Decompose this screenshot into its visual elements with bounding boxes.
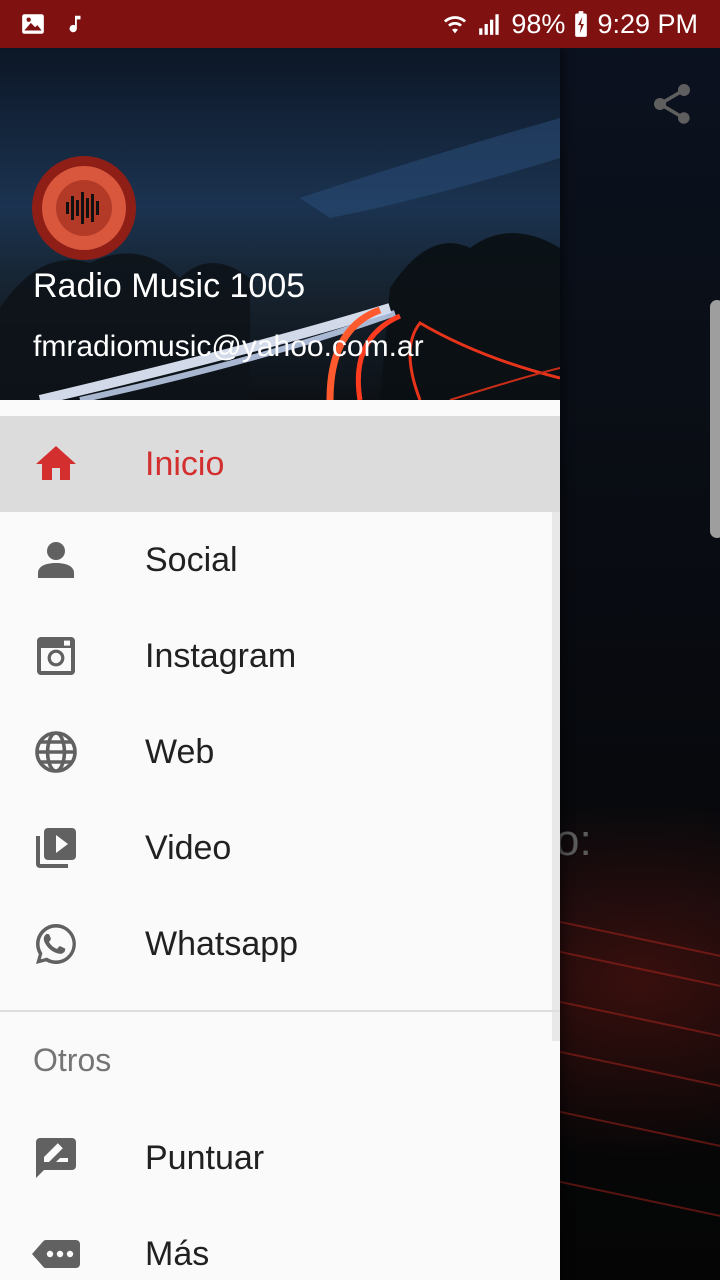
menu-item-label: Puntuar	[145, 1139, 265, 1177]
person-icon	[38, 542, 74, 578]
header-email: fmradiomusic@yahoo.com.ar	[33, 330, 424, 363]
rate-review-icon	[36, 1138, 76, 1178]
drawer-menu: Inicio Social Instagram Web Video Whatsa…	[0, 416, 560, 1280]
whatsapp-icon	[36, 924, 76, 964]
menu-item-label: Video	[145, 829, 232, 867]
header-station-name: Radio Music 1005	[33, 267, 306, 305]
menu-item-social[interactable]: Social	[0, 512, 560, 608]
station-logo	[34, 158, 134, 258]
music-note-icon	[69, 15, 81, 33]
menu-item-label: Inicio	[145, 445, 225, 483]
instagram-icon	[37, 637, 75, 675]
menu-item-label: Social	[145, 541, 238, 579]
video-library-icon	[36, 828, 76, 868]
globe-icon	[35, 731, 77, 773]
menu-item-whatsapp[interactable]: Whatsapp	[0, 896, 560, 992]
signal-icon	[479, 14, 500, 35]
background-light-streaks	[560, 900, 720, 1280]
background-partial-text: o:	[555, 816, 592, 865]
more-icon	[32, 1240, 80, 1268]
wifi-icon	[444, 16, 467, 34]
image-icon	[22, 14, 44, 34]
menu-item-mas[interactable]: Más	[0, 1206, 560, 1280]
menu-item-label: Whatsapp	[145, 925, 299, 963]
menu-item-web[interactable]: Web	[0, 704, 560, 800]
share-icon[interactable]	[648, 80, 696, 128]
menu-item-label: Más	[145, 1235, 210, 1273]
battery-charging-icon	[575, 11, 588, 37]
background-scroll-handle[interactable]	[710, 300, 720, 538]
menu-item-video[interactable]: Video	[0, 800, 560, 896]
station-logo-avatar	[32, 156, 136, 260]
clock-time: 9:29 PM	[597, 8, 698, 39]
menu-item-instagram[interactable]: Instagram	[0, 608, 560, 704]
menu-item-label: Web	[145, 733, 215, 771]
navigation-drawer: Radio Music 1005 fmradiomusic@yahoo.com.…	[0, 48, 560, 1280]
drawer-header: Radio Music 1005 fmradiomusic@yahoo.com.…	[0, 48, 560, 400]
menu-item-label: Instagram	[145, 637, 297, 675]
section-title-otros: Otros	[33, 1042, 112, 1078]
home-icon	[36, 446, 76, 480]
battery-percentage: 98%	[511, 8, 566, 39]
menu-item-inicio[interactable]: Inicio	[0, 416, 560, 512]
menu-item-puntuar[interactable]: Puntuar	[0, 1110, 560, 1206]
status-bar: 98% 9:29 PM	[0, 0, 720, 48]
